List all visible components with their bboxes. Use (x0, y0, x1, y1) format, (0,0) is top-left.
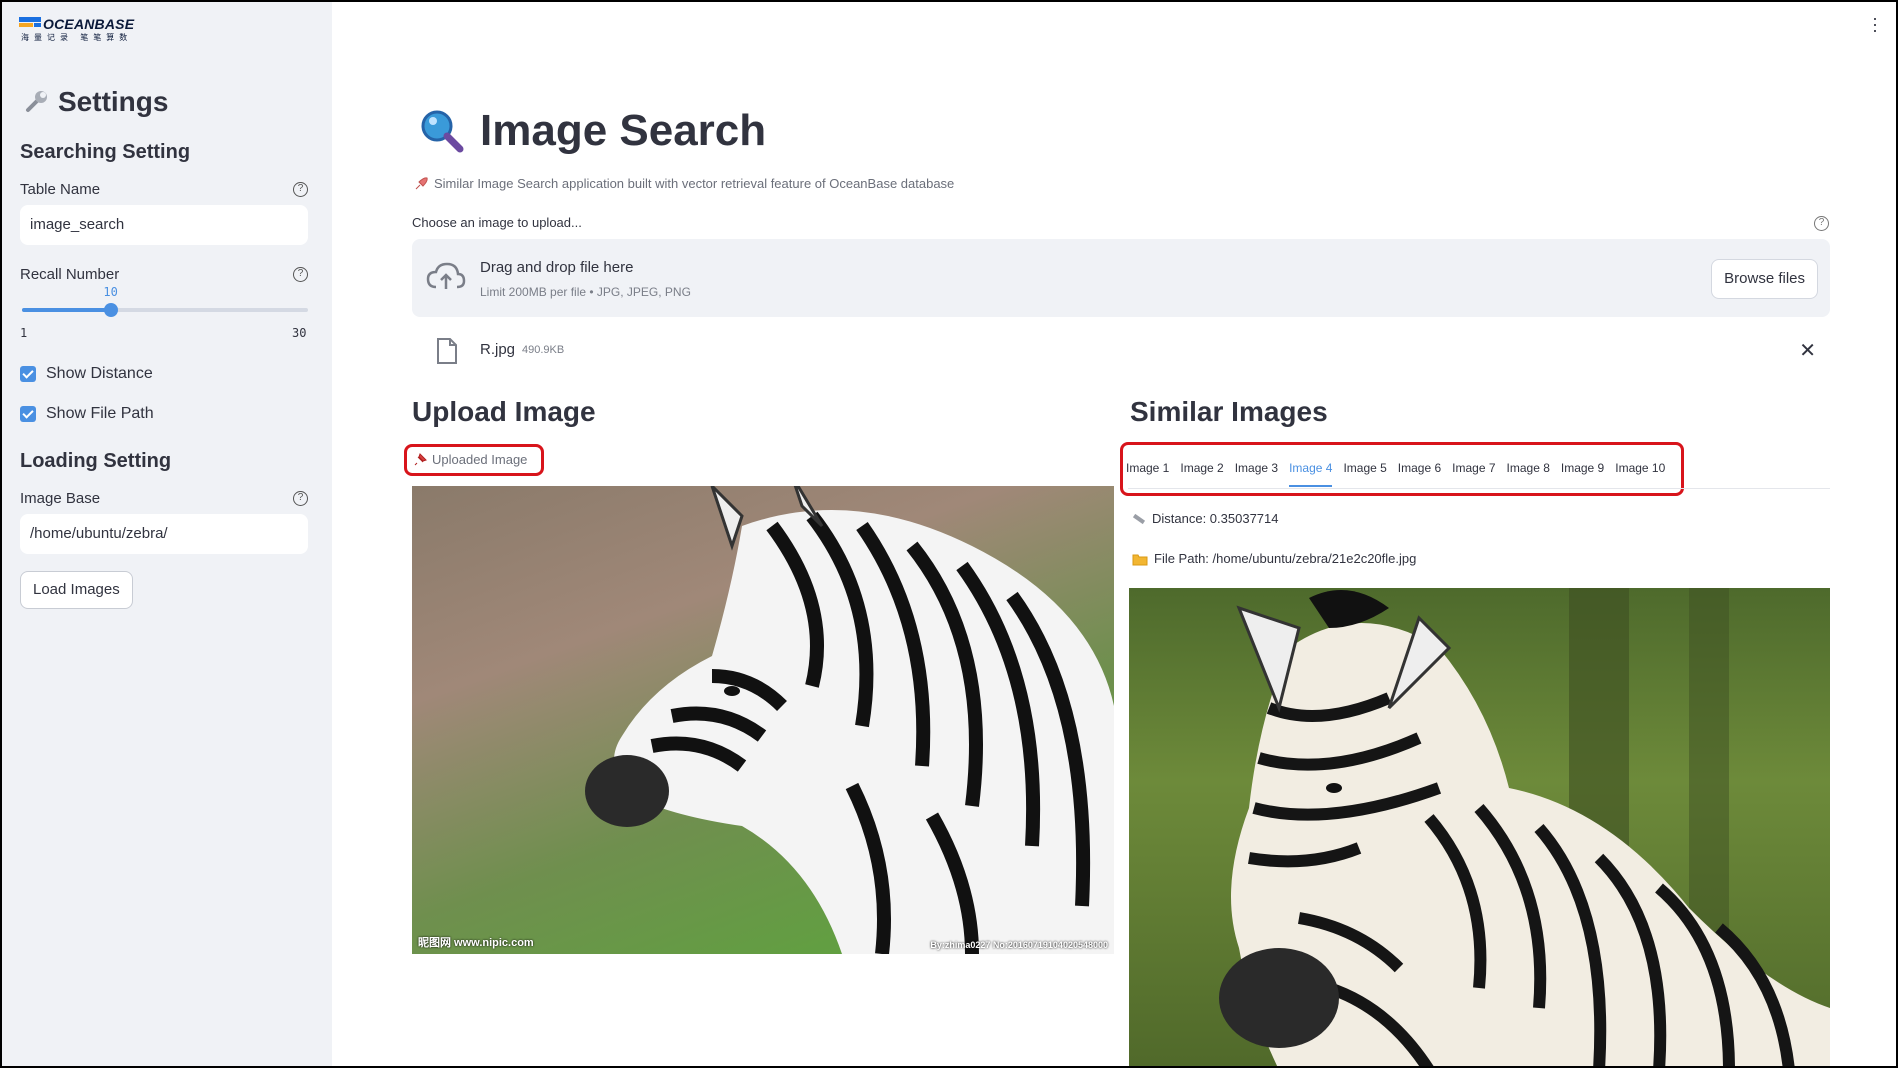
help-icon[interactable]: ? (293, 491, 308, 506)
zebra-front-illustration (1219, 588, 1830, 1066)
upload-image-heading: Upload Image (412, 396, 596, 427)
tabs-divider (1128, 488, 1830, 489)
close-icon[interactable]: ✕ (1799, 338, 1816, 363)
dropzone-limit: Limit 200MB per file • JPG, JPEG, PNG (480, 285, 691, 299)
show-distance-label: Show Distance (46, 365, 153, 382)
image-tabs: Image 1 Image 2 Image 3 Image 4 Image 5 … (1126, 455, 1676, 487)
file-path-text: File Path: /home/ubuntu/zebra/21e2c20fle… (1154, 551, 1417, 566)
watermark-right: By:zhima0227 No:20160719104020548000 (930, 940, 1108, 950)
magnifier-icon (421, 110, 464, 153)
sidebar: OCEANBASE 海量记录 笔笔算数 Settings Searching S… (2, 2, 332, 1066)
recall-slider-thumb[interactable] (103, 303, 118, 317)
logo-brand: OCEANBASE (43, 16, 135, 32)
help-icon[interactable]: ? (1814, 216, 1829, 231)
kebab-menu-icon[interactable]: · · · (1872, 9, 1878, 39)
uploaded-image-caption-text: Uploaded Image (432, 452, 528, 467)
file-name: R.jpg (480, 341, 516, 358)
wrench-icon (26, 91, 47, 112)
show-file-path-checkbox[interactable]: Show File Path (20, 405, 154, 423)
tab-image-7[interactable]: Image 7 (1452, 455, 1495, 487)
similar-images-heading: Similar Images (1130, 396, 1328, 427)
loading-setting-heading: Loading Setting (20, 450, 172, 472)
table-name-input[interactable]: image_search (20, 205, 308, 245)
tab-image-9[interactable]: Image 9 (1561, 455, 1604, 487)
oceanbase-logo-icon (19, 17, 41, 27)
app-window: OCEANBASE 海量记录 笔笔算数 Settings Searching S… (0, 0, 1898, 1068)
uploaded-file-row: R.jpg 490.9KB ✕ (432, 336, 1830, 366)
checkbox-checked-icon[interactable] (20, 406, 36, 422)
recall-number-label: Recall Number (20, 266, 120, 283)
zebra-head-illustration (585, 486, 1114, 954)
file-dropzone[interactable]: Drag and drop file here Limit 200MB per … (412, 239, 1830, 317)
watermark-left: 昵图网 www.nipic.com (418, 937, 534, 949)
tab-image-8[interactable]: Image 8 (1507, 455, 1550, 487)
ruler-icon (1132, 513, 1146, 524)
recall-slider-min: 1 (20, 326, 28, 340)
image-base-input[interactable]: /home/ubuntu/zebra/ (20, 514, 308, 554)
checkbox-checked-icon[interactable] (20, 366, 36, 382)
oceanbase-logo: OCEANBASE 海量记录 笔笔算数 (19, 14, 139, 44)
tab-image-4[interactable]: Image 4 (1289, 455, 1333, 487)
help-icon[interactable]: ? (293, 267, 308, 282)
tab-image-10[interactable]: Image 10 (1615, 455, 1665, 487)
file-path-row: File Path: /home/ubuntu/zebra/21e2c20fle… (1132, 551, 1416, 566)
page-subtitle: Similar Image Search application built w… (414, 176, 954, 191)
sidebar-title-text: Settings (58, 86, 169, 117)
pushpin-icon (414, 453, 427, 466)
logo-tagline: 海量记录 笔笔算数 (21, 33, 133, 42)
file-size: 490.9KB (522, 344, 565, 356)
searching-setting-heading: Searching Setting (20, 141, 191, 163)
show-file-path-label: Show File Path (46, 405, 154, 422)
page-subtitle-text: Similar Image Search application built w… (434, 176, 955, 191)
uploaded-zebra-image: 昵图网 www.nipic.com By:zhima0227 No:201607… (412, 486, 1114, 954)
upload-label: Choose an image to upload... (412, 215, 582, 230)
table-name-label: Table Name (20, 181, 101, 198)
image-base-label: Image Base (20, 490, 101, 507)
recall-slider-value: 10 (103, 285, 118, 299)
help-icon[interactable]: ? (293, 182, 308, 197)
cloud-upload-icon (426, 262, 466, 289)
tab-image-6[interactable]: Image 6 (1398, 455, 1441, 487)
folder-icon (1132, 554, 1148, 565)
dropzone-title: Drag and drop file here (480, 259, 634, 276)
page-title-text: Image Search (480, 106, 767, 155)
tab-image-5[interactable]: Image 5 (1343, 455, 1386, 487)
recall-slider-fill (22, 308, 111, 312)
uploaded-image-caption: Uploaded Image (414, 452, 527, 467)
rocket-icon (415, 176, 428, 189)
page-title: Image Search (418, 106, 766, 156)
tab-image-2[interactable]: Image 2 (1180, 455, 1223, 487)
file-icon (437, 338, 457, 364)
recall-slider-max: 30 (292, 326, 307, 340)
load-images-button[interactable]: Load Images (20, 571, 133, 609)
distance-row: Distance: 0.35037714 (1132, 511, 1278, 526)
recall-slider[interactable] (22, 303, 308, 317)
show-distance-checkbox[interactable]: Show Distance (20, 365, 153, 383)
browse-files-button[interactable]: Browse files (1711, 259, 1818, 299)
tab-image-3[interactable]: Image 3 (1235, 455, 1278, 487)
sidebar-title: Settings (22, 86, 168, 118)
similar-zebra-image (1129, 588, 1830, 1066)
tab-image-1[interactable]: Image 1 (1126, 455, 1169, 487)
distance-text: Distance: 0.35037714 (1152, 511, 1279, 526)
